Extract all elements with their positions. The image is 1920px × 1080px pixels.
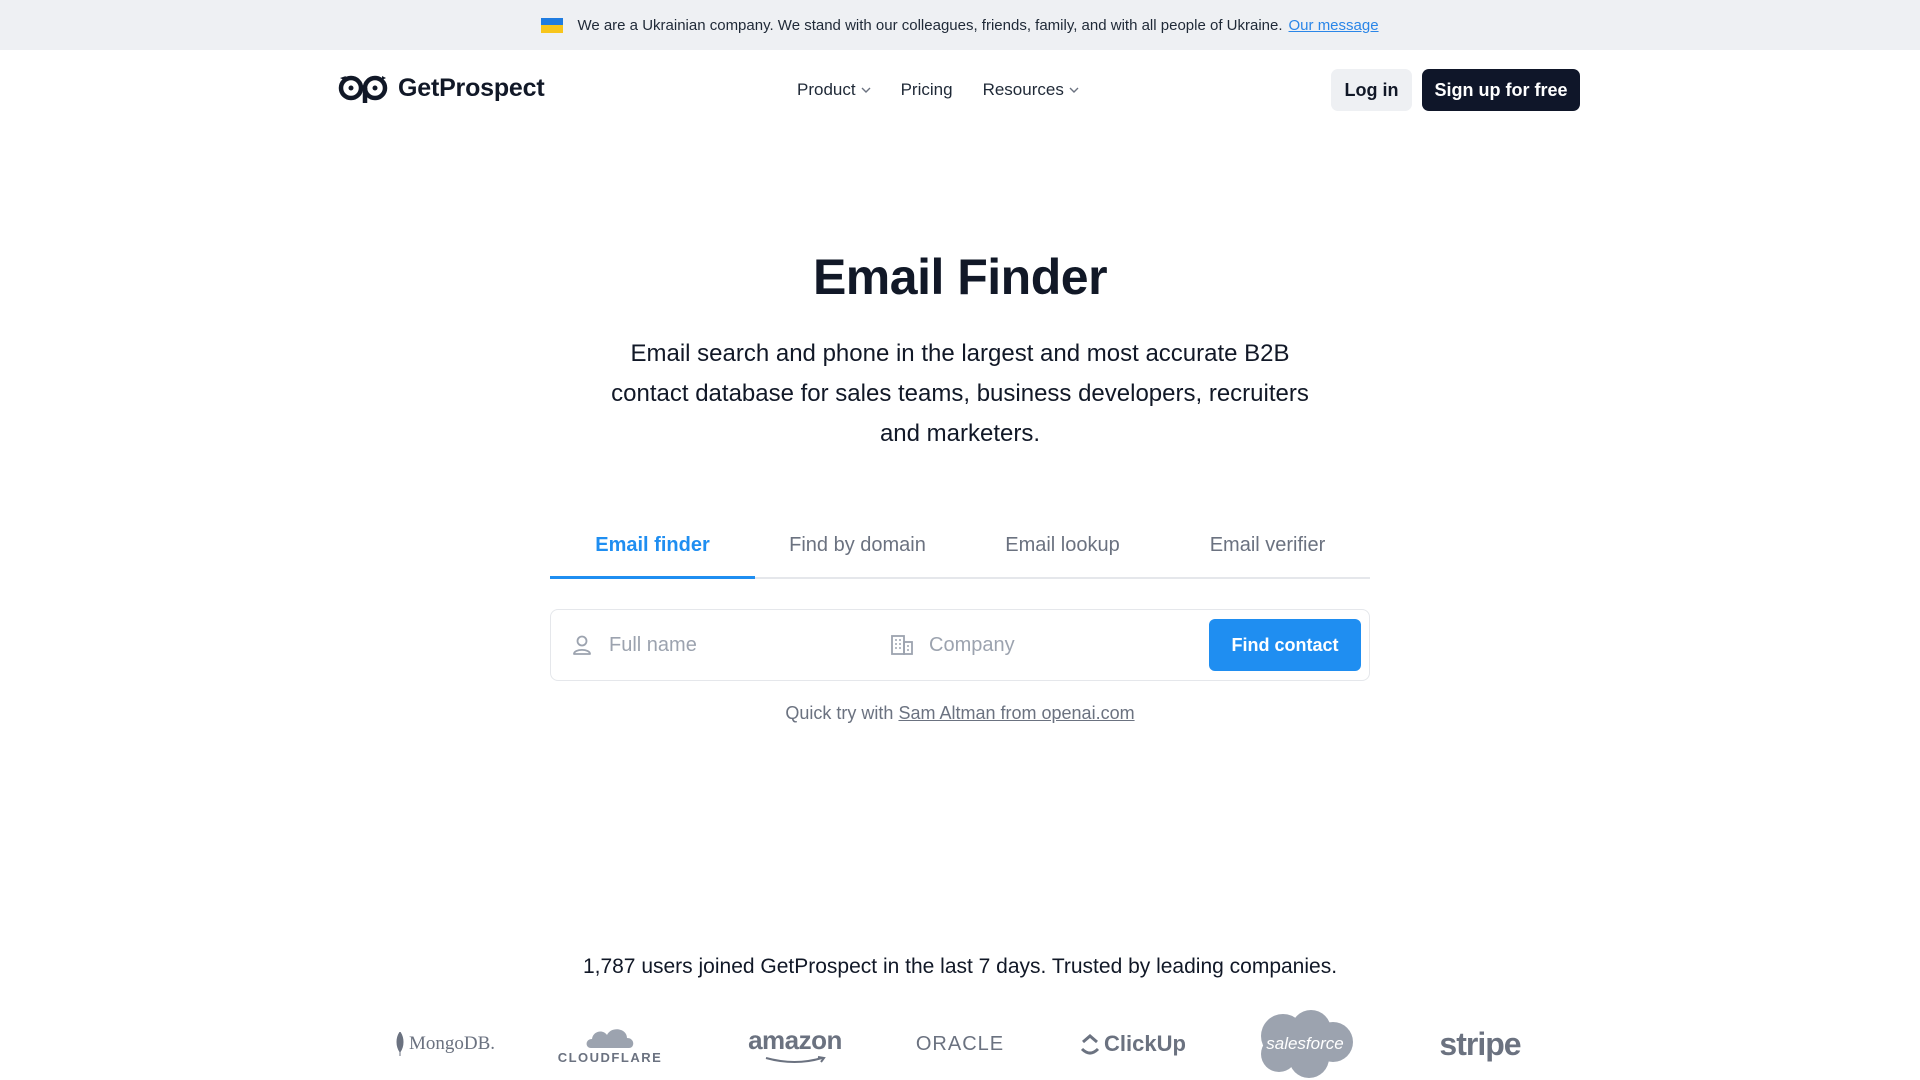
nav-pricing-label: Pricing <box>900 80 953 99</box>
brand-name: GetProspect <box>398 73 545 102</box>
trust-text: 1,787 users joined GetProspect in the la… <box>582 955 1338 978</box>
banner-message: We are a Ukrainian company. We stand wit… <box>577 16 1283 34</box>
login-button[interactable]: Log in <box>1331 69 1412 111</box>
building-icon <box>891 635 913 655</box>
chevron-down-icon <box>861 87 871 93</box>
nav-product[interactable]: Product <box>797 80 871 100</box>
tab-email-verifier[interactable]: Email verifier <box>1165 524 1370 577</box>
amazon-smile-icon <box>765 1055 826 1063</box>
amazon-logo: amazon <box>740 1008 850 1080</box>
quick-try-prefix: Quick try with <box>785 703 894 723</box>
getprospect-owl-icon <box>338 75 388 103</box>
quick-try-link[interactable]: Sam Altman from openai.com <box>898 703 1134 723</box>
cloudflare-cloud-icon <box>586 1028 634 1048</box>
oracle-logo: ORACLE <box>915 1032 1005 1055</box>
email-finder-form: Find contact <box>550 609 1370 681</box>
quick-try: Quick try with Sam Altman from openai.co… <box>0 703 1920 724</box>
stripe-logo: stripe <box>1439 1025 1521 1062</box>
mongodb-logo: MongoDB. <box>380 1008 510 1080</box>
full-name-field <box>569 610 849 680</box>
company-input[interactable] <box>929 633 1169 657</box>
cloudflare-logo: CLOUDFLARE <box>555 1008 665 1080</box>
nav-resources-label: Resources <box>982 80 1064 99</box>
tab-email-lookup[interactable]: Email lookup <box>960 524 1165 577</box>
main-nav: Product Pricing Resources <box>797 80 1079 100</box>
tool-tabs: Email finder Find by domain Email lookup… <box>550 524 1370 579</box>
mongodb-leaf-icon <box>396 1032 404 1056</box>
page-title: Email Finder <box>812 249 1108 305</box>
clickup-logo: ClickUp <box>1078 1008 1188 1080</box>
ukraine-banner: We are a Ukrainian company. We stand wit… <box>0 0 1920 50</box>
brand-logo[interactable]: GetProspect <box>338 72 545 104</box>
nav-resources[interactable]: Resources <box>983 80 1079 100</box>
nav-product-label: Product <box>797 80 856 99</box>
tab-find-by-domain[interactable]: Find by domain <box>755 524 960 577</box>
ukraine-flag-icon <box>541 17 564 33</box>
salesforce-logo: salesforce <box>1250 1008 1360 1080</box>
company-logos: MongoDB. CLOUDFLARE amazon ORACLE ClickU… <box>380 1008 1540 1080</box>
company-field <box>889 610 1169 680</box>
clickup-icon <box>1080 1034 1100 1055</box>
person-icon <box>573 635 591 655</box>
signup-button[interactable]: Sign up for free <box>1422 69 1580 111</box>
tab-email-finder[interactable]: Email finder <box>550 524 755 579</box>
full-name-input[interactable] <box>609 633 849 657</box>
site-header: GetProspect Product Pricing Resources Lo… <box>0 50 1920 130</box>
our-message-link[interactable]: Our message <box>1289 17 1379 34</box>
find-contact-button[interactable]: Find contact <box>1209 619 1361 671</box>
page-subtitle: Email search and phone in the largest an… <box>611 340 1309 447</box>
chevron-down-icon <box>1069 87 1079 93</box>
nav-pricing[interactable]: Pricing <box>901 80 953 100</box>
